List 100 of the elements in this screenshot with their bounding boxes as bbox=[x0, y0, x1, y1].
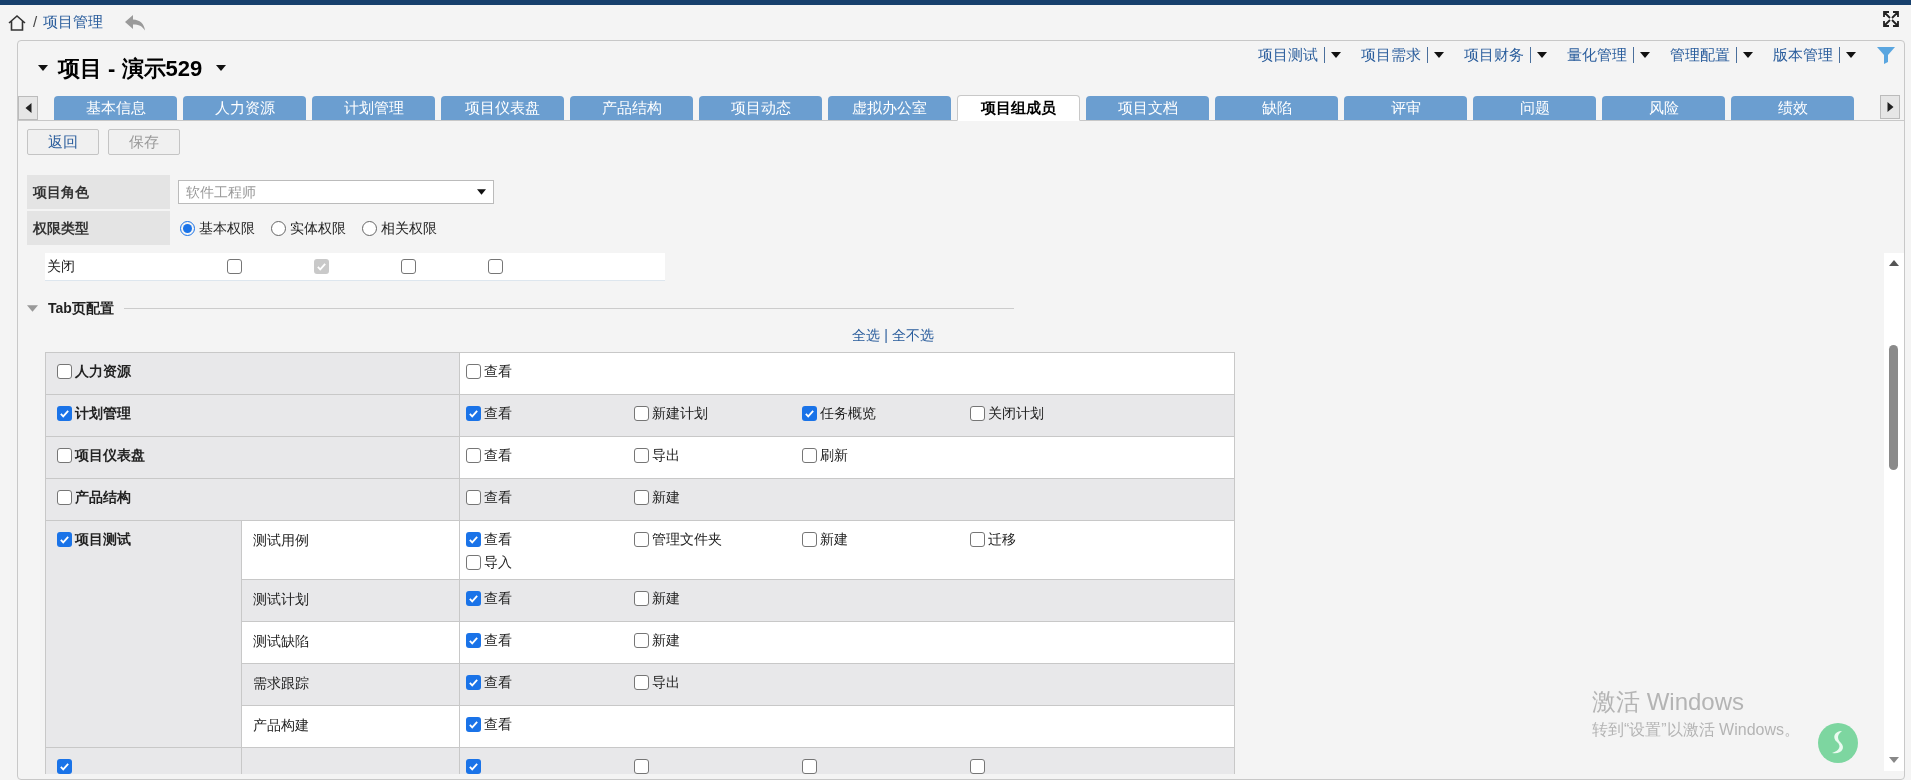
caret-icon[interactable] bbox=[1846, 52, 1856, 59]
checkbox[interactable] bbox=[57, 489, 72, 505]
caret-icon[interactable] bbox=[1640, 52, 1650, 59]
checkbox-label: 新建 bbox=[652, 487, 680, 507]
caret-icon[interactable] bbox=[1434, 52, 1444, 59]
checkbox[interactable] bbox=[970, 758, 985, 774]
menu-link[interactable]: 项目财务 bbox=[1464, 44, 1524, 67]
tab[interactable]: 风险 bbox=[1602, 96, 1725, 120]
checkbox[interactable] bbox=[57, 405, 72, 421]
checkbox[interactable] bbox=[634, 674, 649, 690]
tab[interactable]: 缺陷 bbox=[1215, 96, 1338, 120]
scroll-left-button[interactable] bbox=[18, 96, 38, 120]
checkbox[interactable] bbox=[634, 632, 649, 648]
activation-title: 激活 Windows bbox=[1592, 688, 1746, 716]
scroll-down-icon[interactable] bbox=[1889, 757, 1899, 763]
checkbox[interactable] bbox=[57, 363, 72, 379]
breadcrumb-link[interactable]: 项目管理 bbox=[43, 11, 104, 34]
scrollbar-track[interactable] bbox=[1884, 253, 1904, 771]
checkbox[interactable] bbox=[466, 716, 481, 732]
checkbox[interactable] bbox=[802, 447, 817, 463]
radio-button[interactable] bbox=[271, 220, 286, 236]
checkbox-label: 查看 bbox=[484, 714, 512, 734]
back-arrow-icon[interactable] bbox=[123, 12, 148, 33]
checkbox[interactable] bbox=[634, 758, 649, 774]
checkbox[interactable] bbox=[466, 363, 481, 379]
menu-link[interactable]: 版本管理 bbox=[1773, 44, 1833, 67]
tab[interactable]: 项目动态 bbox=[699, 96, 822, 120]
radio-label: 基本权限 bbox=[199, 218, 255, 238]
filter-icon[interactable] bbox=[1876, 45, 1896, 66]
fullscreen-icon[interactable] bbox=[1881, 9, 1901, 29]
caret-icon[interactable] bbox=[1331, 52, 1341, 59]
checkbox[interactable] bbox=[57, 531, 72, 547]
checkbox[interactable] bbox=[802, 758, 817, 774]
checkbox[interactable] bbox=[466, 531, 481, 547]
caret-icon[interactable] bbox=[1537, 52, 1547, 59]
checkbox[interactable] bbox=[466, 674, 481, 690]
menu-link[interactable]: 项目测试 bbox=[1258, 44, 1318, 67]
checkbox-label: 刷新 bbox=[820, 445, 848, 465]
sub-tab-name: 测试缺陷 bbox=[253, 633, 309, 649]
checkbox[interactable] bbox=[227, 259, 242, 274]
checkbox[interactable] bbox=[634, 489, 649, 505]
checkbox[interactable] bbox=[466, 758, 481, 774]
checkbox[interactable] bbox=[970, 531, 985, 547]
tab[interactable]: 项目仪表盘 bbox=[441, 96, 564, 120]
tab[interactable]: 项目组成员 bbox=[957, 95, 1080, 121]
select-all-link[interactable]: 全选 bbox=[852, 325, 881, 346]
checkmark-icon bbox=[316, 261, 327, 272]
checkbox-label: 查看 bbox=[484, 630, 512, 650]
scroll-up-icon[interactable] bbox=[1889, 260, 1899, 266]
checkmark-icon bbox=[59, 407, 70, 419]
checkbox[interactable] bbox=[466, 489, 481, 505]
tab[interactable]: 基本信息 bbox=[54, 96, 177, 120]
menu-link[interactable]: 管理配置 bbox=[1670, 44, 1730, 67]
select-none-link[interactable]: 全不选 bbox=[892, 325, 934, 346]
checkbox[interactable] bbox=[57, 447, 72, 463]
checkbox-label: 新建计划 bbox=[652, 403, 708, 423]
checkbox[interactable] bbox=[466, 632, 481, 648]
tab[interactable]: 项目文档 bbox=[1086, 96, 1209, 120]
sub-tab-name: 测试用例 bbox=[253, 532, 309, 548]
checkbox[interactable] bbox=[634, 405, 649, 421]
action-button[interactable]: 返回 bbox=[27, 129, 99, 155]
tab[interactable]: 计划管理 bbox=[312, 96, 435, 120]
checkbox[interactable] bbox=[802, 531, 817, 547]
tab[interactable]: 产品结构 bbox=[570, 96, 693, 120]
checkbox[interactable] bbox=[634, 590, 649, 606]
checkbox[interactable] bbox=[466, 447, 481, 463]
checkbox-label: 查看 bbox=[484, 403, 512, 423]
menu-link[interactable]: 项目需求 bbox=[1361, 44, 1421, 67]
tab[interactable]: 绩效 bbox=[1731, 96, 1854, 120]
checkbox[interactable] bbox=[466, 405, 481, 421]
left-triangle-icon bbox=[24, 103, 32, 113]
radio-button[interactable] bbox=[362, 220, 377, 236]
checkmark-icon bbox=[468, 676, 479, 688]
collapse-caret-icon[interactable] bbox=[27, 305, 38, 312]
checkbox[interactable] bbox=[634, 531, 649, 547]
checkbox[interactable] bbox=[634, 447, 649, 463]
menu-link[interactable]: 量化管理 bbox=[1567, 44, 1627, 67]
checkbox[interactable] bbox=[970, 405, 985, 421]
caret-icon[interactable] bbox=[38, 65, 48, 71]
tab[interactable]: 问题 bbox=[1473, 96, 1596, 120]
checkmark-icon bbox=[468, 718, 479, 730]
tab[interactable]: 评审 bbox=[1344, 96, 1467, 120]
home-icon[interactable] bbox=[7, 12, 27, 33]
tab[interactable]: 人力资源 bbox=[183, 96, 306, 120]
scrollbar-thumb[interactable] bbox=[1889, 345, 1898, 470]
checkbox[interactable] bbox=[802, 405, 817, 421]
tab[interactable]: 虚拟办公室 bbox=[828, 96, 951, 120]
scroll-right-button[interactable] bbox=[1880, 95, 1900, 119]
checkbox[interactable] bbox=[466, 554, 481, 570]
caret-icon[interactable] bbox=[216, 65, 227, 71]
checkbox[interactable] bbox=[466, 590, 481, 606]
checkbox[interactable] bbox=[401, 259, 416, 274]
checkbox[interactable] bbox=[488, 259, 503, 274]
checkbox[interactable] bbox=[57, 758, 72, 774]
field-label: 权限类型 bbox=[27, 211, 170, 245]
caret-icon[interactable] bbox=[1743, 52, 1753, 59]
row-label: 关闭 bbox=[46, 257, 76, 276]
checkbox-label: 查看 bbox=[484, 445, 512, 465]
role-select[interactable]: 软件工程师 bbox=[178, 180, 494, 204]
checkbox-label: 导入 bbox=[484, 552, 512, 572]
